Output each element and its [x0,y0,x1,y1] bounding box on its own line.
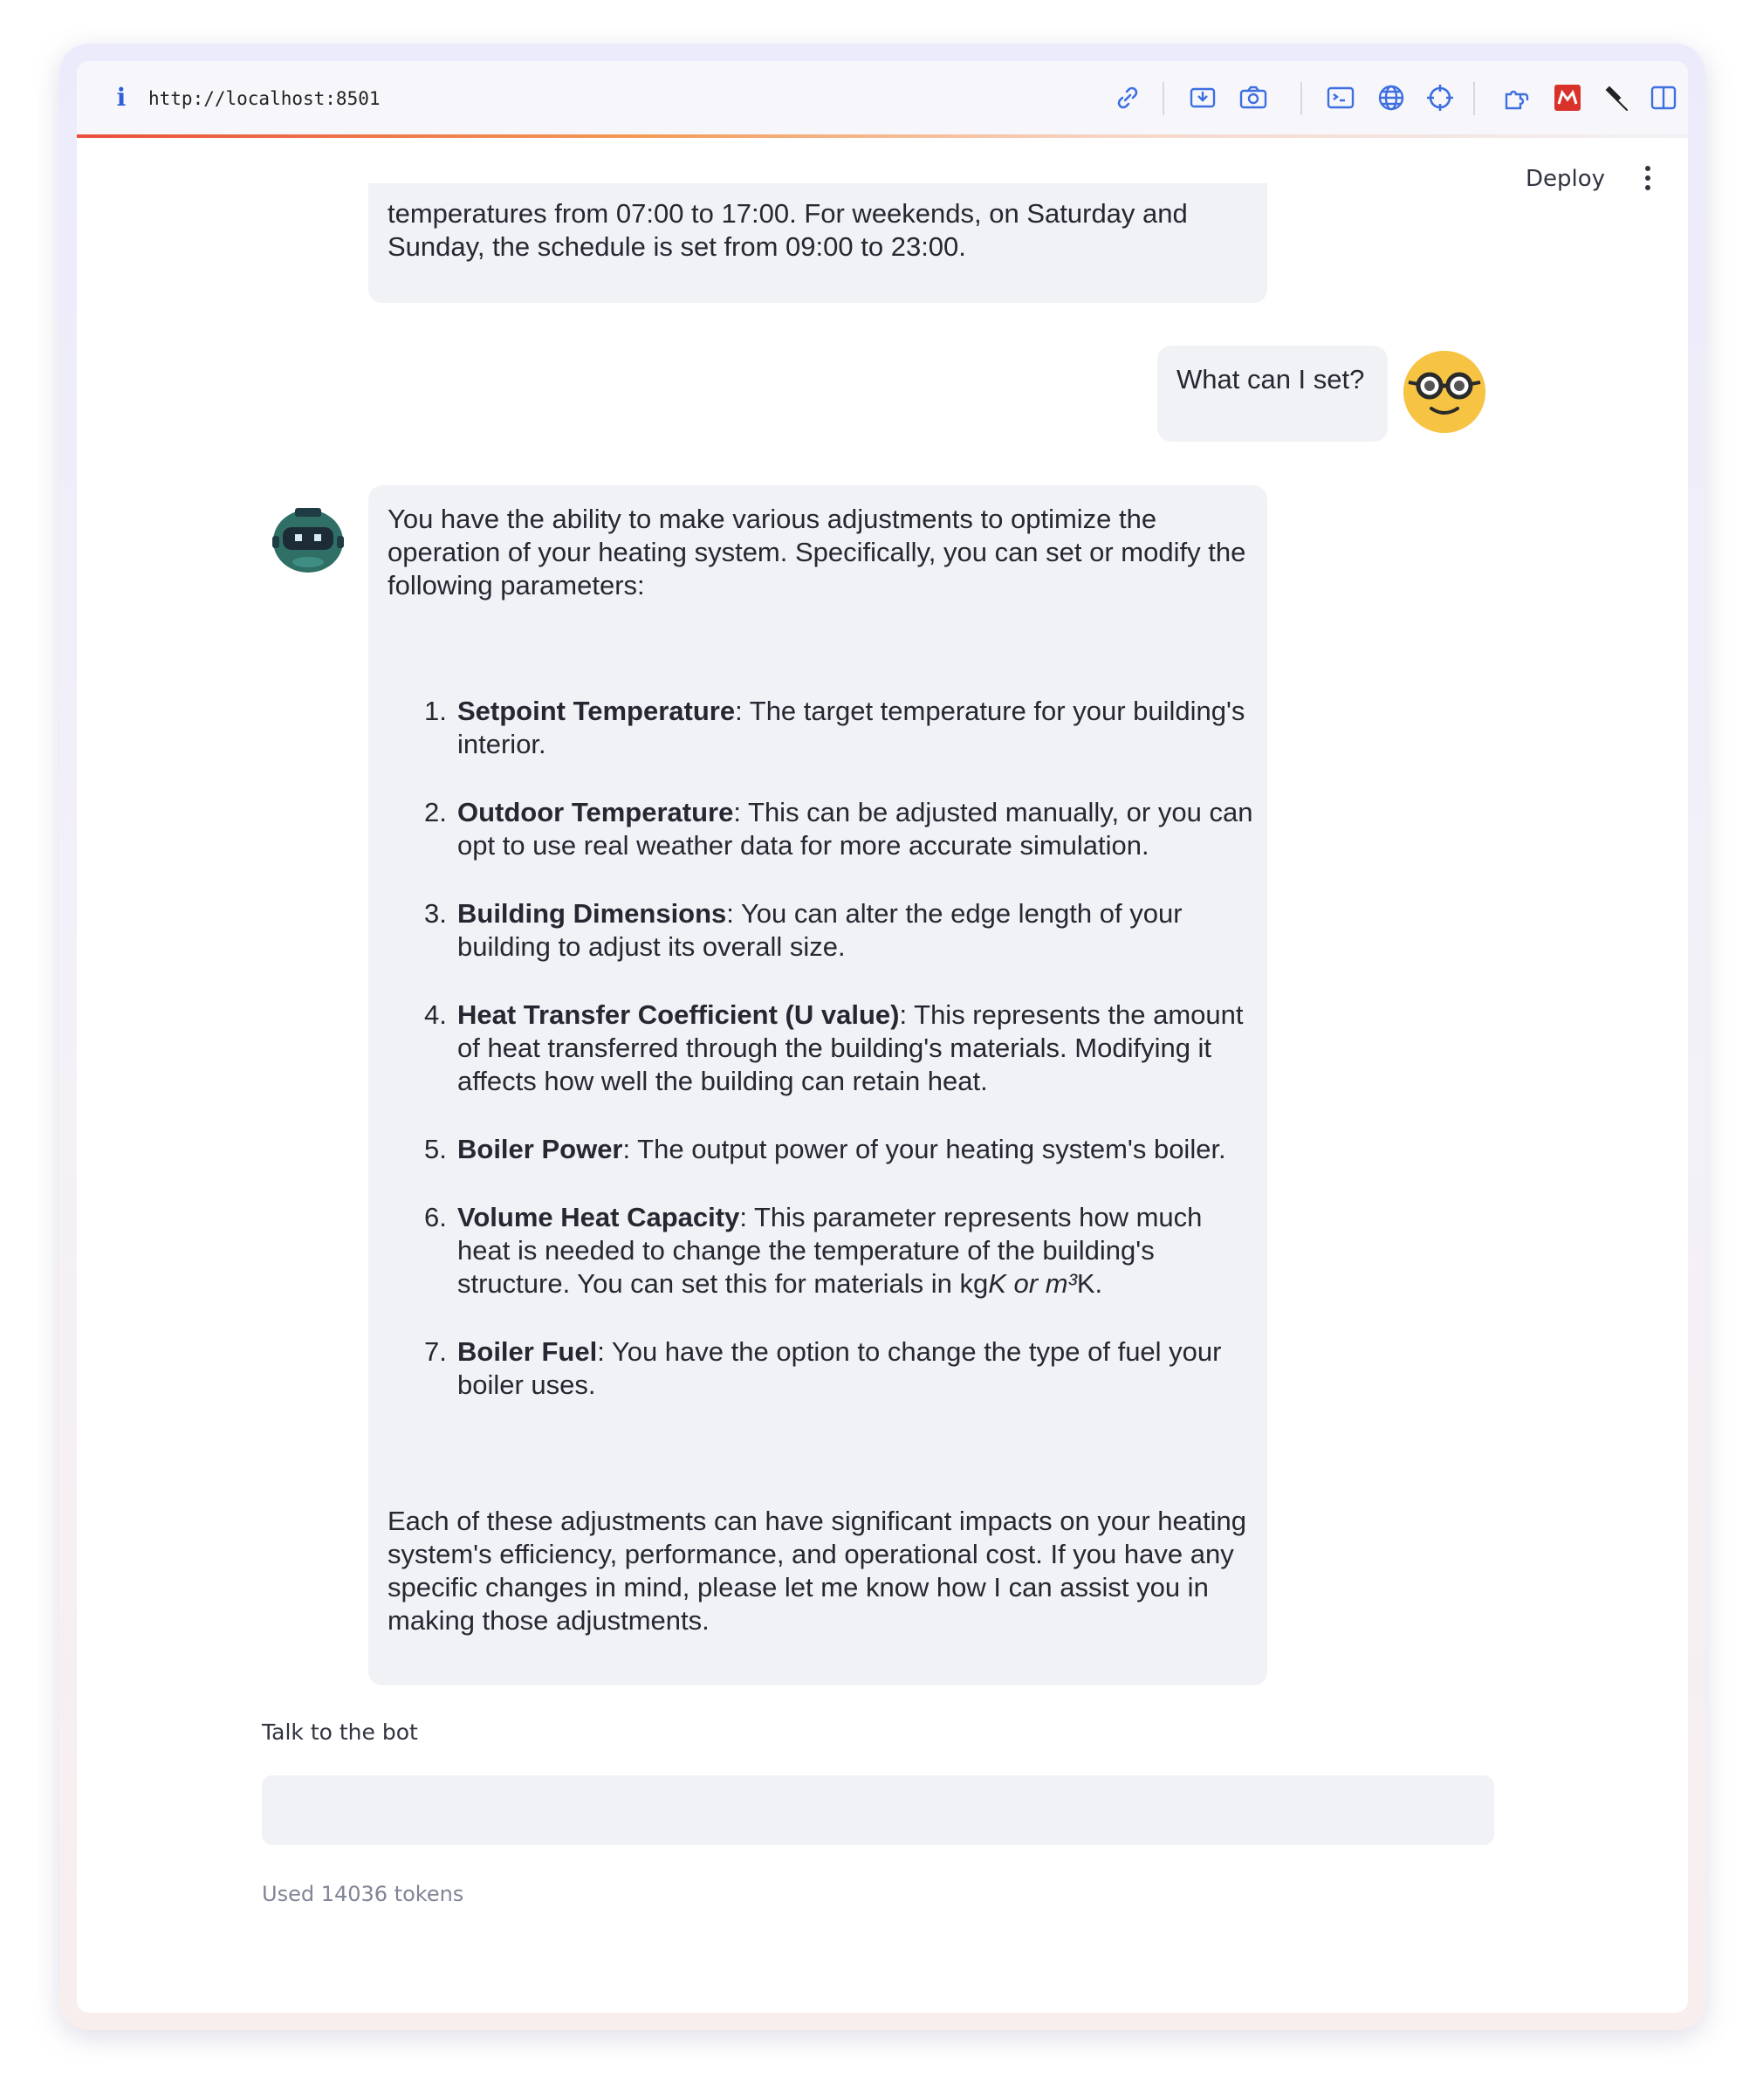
message-text: temperatures from 07:00 to 17:00. For we… [388,198,1188,262]
url-bar[interactable]: http://localhost:8501 [148,84,381,113]
bot-avatar [271,504,346,574]
list-item-title: Setpoint Temperature [457,696,736,726]
assistant-message-previous: temperatures from 07:00 to 17:00. For we… [368,183,1267,303]
list-item-text-end: K. [1076,1268,1103,1299]
list-item: 4. Heat Transfer Coefficient (U value): T… [388,999,1260,1098]
user-message: What can I set? [1157,346,1388,442]
list-number: 4. [424,999,447,1030]
list-number: 3. [424,898,447,929]
chat-input[interactable] [262,1775,1494,1845]
list-number: 6. [424,1202,447,1232]
link-icon[interactable] [1112,82,1143,113]
globe-icon[interactable] [1375,82,1407,113]
list-item-title: Boiler Power [457,1134,623,1164]
screen-capture-icon[interactable] [1187,82,1218,113]
info-icon[interactable]: i [110,82,133,113]
glasses-face-icon [1403,351,1485,433]
robot-icon [272,508,344,573]
list-item: 5. Boiler Power: The output power of your… [388,1133,1260,1166]
list-item: 3. Building Dimensions: You can alter the… [388,897,1260,964]
user-avatar [1403,351,1485,433]
list-number: 2. [424,797,447,827]
token-usage: Used 14036 tokens [262,1882,464,1906]
message-intro: You have the ability to make various adj… [388,504,1246,600]
list-number: 7. [424,1336,447,1367]
message-outro: Each of these adjustments can have signi… [388,1506,1246,1636]
toolbar-accent-line [77,134,1688,138]
sidebar-toggle-icon[interactable] [1648,82,1679,113]
list-number: 5. [424,1134,447,1164]
list-item-title: Heat Transfer Coefficient (U value) [457,999,900,1030]
toolbar-separator [1300,82,1302,115]
list-item-title: Building Dimensions [457,898,727,929]
toolbar-separator [1473,82,1475,115]
list-item-title: Outdoor Temperature [457,797,734,827]
toolbar-separator [1163,82,1164,115]
crosshair-icon[interactable] [1424,82,1456,113]
list-number: 1. [424,696,447,726]
list-item: 1. Setpoint Temperature: The target tempe… [388,695,1260,761]
extension-icon[interactable] [1501,82,1533,113]
list-item-title: Volume Heat Capacity [457,1202,740,1232]
list-item-title: Boiler Fuel [457,1336,598,1367]
list-item: 2. Outdoor Temperature: This can be adjus… [388,796,1260,862]
message-text: What can I set? [1176,364,1365,395]
list-item-text: : The output power of your heating syste… [622,1134,1226,1164]
list-item: 7. Boiler Fuel: You have the option to ch… [388,1335,1260,1402]
camera-icon[interactable] [1238,82,1269,113]
browser-toolbar: i http://localhost:8501 [77,61,1688,134]
main-menu-icon[interactable] [1639,161,1657,196]
list-item-italic: K or m³ [988,1268,1077,1299]
list-item: 6. Volume Heat Capacity: This parameter r… [388,1201,1260,1300]
chat-input-label: Talk to the bot [262,1719,418,1745]
red-extension-icon[interactable] [1552,82,1583,113]
deploy-button[interactable]: Deploy [1526,161,1605,196]
parameter-list: 1. Setpoint Temperature: The target tempe… [388,695,1260,1437]
pin-icon[interactable] [1601,82,1632,113]
terminal-icon[interactable] [1325,82,1356,113]
assistant-message: You have the ability to make various adj… [368,485,1267,1685]
browser-window: i http://localhost:8501 Deploy temperatu… [77,61,1688,2013]
